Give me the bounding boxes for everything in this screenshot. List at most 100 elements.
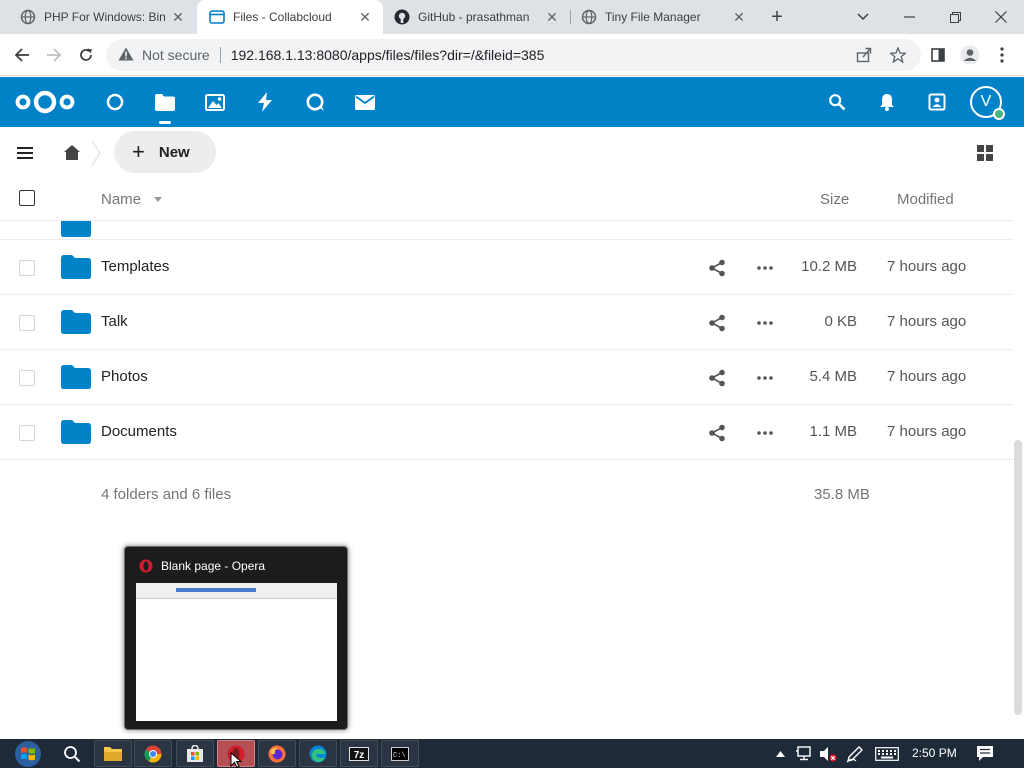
table-row[interactable]: Talk 0 KB 7 hours ago bbox=[0, 295, 1013, 350]
search-icon bbox=[64, 745, 81, 762]
explorer-icon bbox=[104, 747, 122, 761]
tab-files-collabcloud[interactable]: Files - Collabcloud ✕ bbox=[197, 0, 383, 34]
taskbar-firefox[interactable] bbox=[258, 740, 296, 767]
opera-icon bbox=[139, 559, 153, 573]
volume-tray-button[interactable] bbox=[818, 739, 838, 768]
network-tray-button[interactable] bbox=[794, 739, 814, 768]
file-modified: 7 hours ago bbox=[887, 258, 967, 275]
column-name[interactable]: Name bbox=[101, 191, 141, 208]
address-bar[interactable]: Not secure 192.168.1.13:8080/apps/files/… bbox=[106, 39, 921, 71]
column-modified[interactable]: Modified bbox=[897, 191, 954, 208]
mail-app-button[interactable] bbox=[353, 90, 377, 114]
file-name[interactable]: Talk bbox=[101, 313, 128, 330]
share-icon[interactable] bbox=[708, 369, 726, 387]
table-row[interactable]: Photos 5.4 MB 7 hours ago bbox=[0, 350, 1013, 405]
grid-view-icon[interactable] bbox=[976, 144, 994, 162]
table-row[interactable]: Templates 10.2 MB 7 hours ago bbox=[0, 240, 1013, 295]
more-actions-icon[interactable] bbox=[756, 424, 774, 442]
close-tab-icon[interactable]: ✕ bbox=[542, 9, 562, 26]
search-icon bbox=[829, 94, 846, 111]
mail-icon bbox=[355, 94, 375, 110]
windows-logo-icon bbox=[15, 740, 41, 767]
tab-github[interactable]: GitHub - prasathman ✕ bbox=[374, 0, 570, 34]
more-actions-icon[interactable] bbox=[756, 259, 774, 277]
close-window-button[interactable] bbox=[978, 0, 1024, 34]
new-tab-button[interactable]: + bbox=[766, 6, 788, 28]
close-tab-icon[interactable]: ✕ bbox=[729, 9, 749, 26]
column-size[interactable]: Size bbox=[820, 191, 849, 208]
more-actions-icon[interactable] bbox=[756, 314, 774, 332]
pen-workspace-button[interactable] bbox=[844, 739, 866, 768]
side-panel-icon bbox=[931, 48, 945, 62]
taskbar-command-prompt[interactable]: C:\ bbox=[381, 740, 419, 767]
unified-search-button[interactable] bbox=[825, 90, 849, 114]
security-status[interactable]: Not secure bbox=[142, 47, 210, 63]
browser-menu-button[interactable] bbox=[990, 43, 1014, 67]
share-icon[interactable] bbox=[708, 314, 726, 332]
globe-icon bbox=[581, 9, 597, 25]
row-checkbox[interactable] bbox=[19, 315, 35, 331]
url-text[interactable]: 192.168.1.13:8080/apps/files/files?dir=/… bbox=[231, 47, 545, 63]
sort-arrow-icon bbox=[154, 197, 162, 202]
user-avatar[interactable]: V bbox=[970, 86, 1005, 120]
scrollbar[interactable] bbox=[1014, 440, 1022, 715]
home-icon[interactable] bbox=[62, 143, 82, 163]
table-row[interactable]: Documents 1.1 MB 7 hours ago bbox=[0, 405, 1013, 460]
taskbar-chrome[interactable] bbox=[134, 740, 172, 767]
taskbar-file-explorer[interactable] bbox=[94, 740, 132, 767]
tab-tiny-file-manager[interactable]: Tiny File Manager ✕ bbox=[561, 0, 757, 34]
file-list: Templates 10.2 MB 7 hours ago Talk 0 KB … bbox=[0, 221, 1013, 460]
table-row[interactable] bbox=[0, 221, 1013, 240]
select-all-checkbox[interactable] bbox=[19, 190, 35, 206]
dashboard-app-button[interactable] bbox=[103, 90, 127, 114]
share-page-icon[interactable] bbox=[854, 45, 874, 65]
show-hidden-icons-button[interactable] bbox=[772, 739, 788, 768]
more-actions-icon[interactable] bbox=[756, 369, 774, 387]
restore-button[interactable] bbox=[932, 0, 978, 34]
minimize-button[interactable] bbox=[886, 0, 932, 34]
7zip-icon: 7z bbox=[349, 746, 369, 761]
row-checkbox[interactable] bbox=[19, 370, 35, 386]
thumbnail-preview[interactable] bbox=[136, 583, 337, 721]
tab-search-button[interactable] bbox=[840, 0, 886, 34]
nextcloud-logo-icon[interactable] bbox=[14, 89, 76, 120]
contacts-menu-button[interactable] bbox=[925, 90, 949, 114]
taskbar-thumbnail-popup[interactable]: Blank page - Opera bbox=[124, 546, 348, 730]
close-tab-icon[interactable]: ✕ bbox=[168, 9, 188, 26]
browser-tab-strip: PHP For Windows: Bin ✕ Files - Collabclo… bbox=[0, 0, 1024, 34]
taskbar-store[interactable] bbox=[176, 740, 214, 767]
bookmark-star-icon[interactable] bbox=[888, 45, 908, 65]
touch-keyboard-button[interactable] bbox=[872, 739, 902, 768]
activity-app-button[interactable] bbox=[253, 90, 277, 114]
taskbar-search-button[interactable] bbox=[60, 739, 84, 768]
reload-button[interactable] bbox=[74, 43, 98, 67]
taskbar-clock[interactable]: 2:50 PM bbox=[912, 746, 957, 760]
back-button[interactable] bbox=[10, 43, 34, 67]
share-icon[interactable] bbox=[708, 424, 726, 442]
file-name[interactable]: Documents bbox=[101, 423, 177, 440]
taskbar-7zip[interactable]: 7z bbox=[340, 740, 378, 767]
files-app-button[interactable] bbox=[153, 90, 177, 124]
file-name[interactable]: Photos bbox=[101, 368, 148, 385]
forward-button[interactable] bbox=[42, 43, 66, 67]
action-center-button[interactable] bbox=[972, 739, 998, 768]
row-checkbox[interactable] bbox=[19, 425, 35, 441]
file-list-header: Name Size Modified bbox=[0, 179, 1013, 221]
taskbar-edge[interactable] bbox=[299, 740, 337, 767]
start-button[interactable] bbox=[10, 739, 46, 768]
notifications-button[interactable] bbox=[875, 90, 899, 114]
hamburger-menu-icon[interactable] bbox=[16, 143, 36, 163]
folder-icon bbox=[61, 255, 91, 279]
dashboard-icon bbox=[106, 93, 124, 111]
side-panel-button[interactable] bbox=[926, 43, 950, 67]
talk-app-button[interactable] bbox=[303, 90, 327, 114]
row-checkbox[interactable] bbox=[19, 260, 35, 276]
profile-button[interactable] bbox=[958, 43, 982, 67]
close-tab-icon[interactable]: ✕ bbox=[355, 9, 375, 26]
edge-icon bbox=[309, 745, 327, 762]
share-icon[interactable] bbox=[708, 259, 726, 277]
new-button[interactable]: + New bbox=[114, 131, 216, 173]
photos-app-button[interactable] bbox=[203, 90, 227, 114]
file-name[interactable]: Templates bbox=[101, 258, 169, 275]
tab-php-for-windows[interactable]: PHP For Windows: Bin ✕ bbox=[0, 0, 196, 34]
